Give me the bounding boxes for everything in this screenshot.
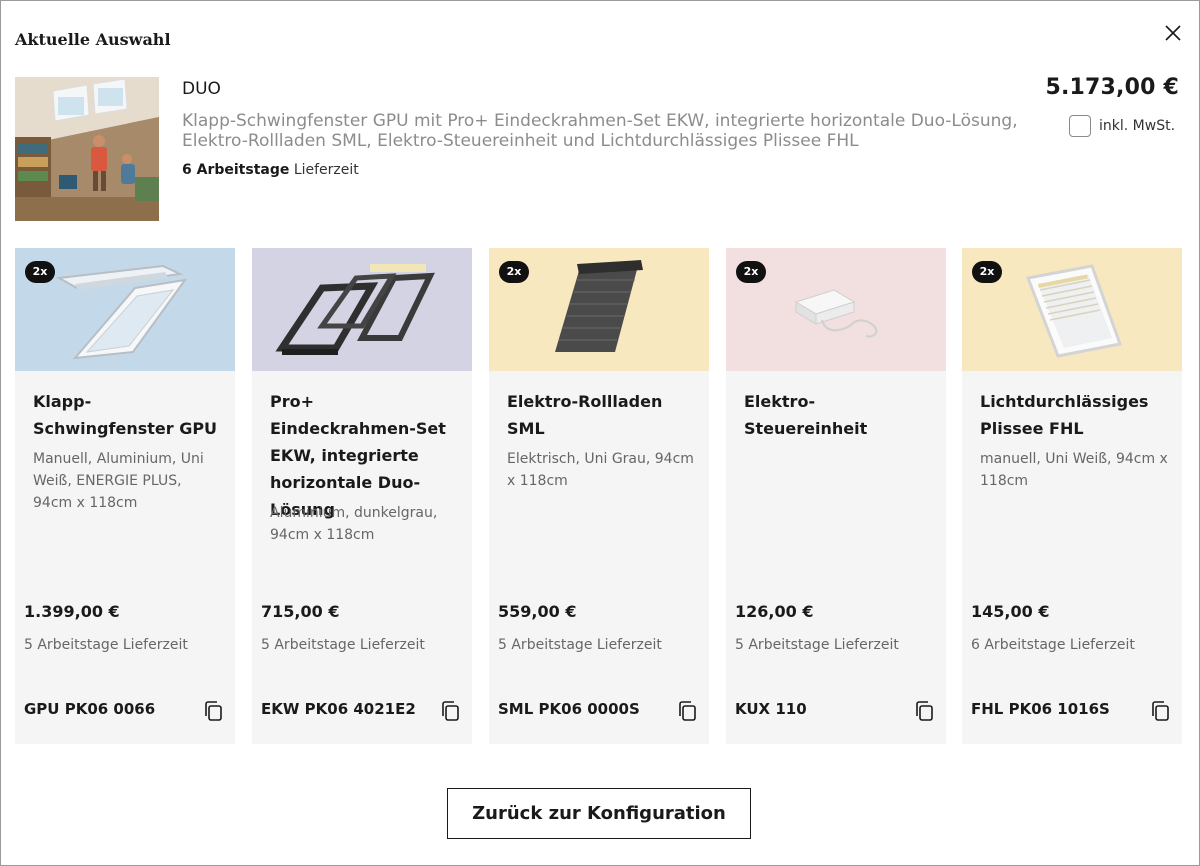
quantity-badge: 2x [972,261,1002,283]
copy-icon[interactable] [677,700,697,722]
flashing-frame-icon [252,248,472,371]
card-delivery: 5 Arbeitstage Lieferzeit [24,637,188,653]
card-price: 559,00 € [498,602,577,621]
card-code: EKW PK06 4021E2 [261,700,416,718]
delivery-suffix: Lieferzeit [293,162,359,178]
component-card: 2x Elektro-Steuereinheit 126,00 € 5 Arbe… [726,248,946,744]
vat-label: inkl. MwSt. [1099,118,1176,134]
quantity-badge: 2x [499,261,529,283]
card-code: KUX 110 [735,700,807,718]
card-code: SML PK06 0000S [498,700,640,718]
delivery-days: 6 Arbeitstage [182,162,290,178]
card-subtitle: Aluminium, dunkelgrau, 94cm x 118cm [270,505,438,543]
product-photo [15,77,159,221]
card-price: 1.399,00 € [24,602,120,621]
card-title: Elektro-Steuereinheit [744,392,868,438]
card-delivery: 5 Arbeitstage Lieferzeit [261,637,425,653]
card-price: 126,00 € [735,602,814,621]
card-price: 715,00 € [261,602,340,621]
card-title: Lichtdurchlässiges Plissee FHL [980,392,1149,438]
close-icon[interactable] [1161,21,1185,45]
modal-title: Aktuelle Auswahl [15,30,171,49]
total-price: 5.173,00 € [1045,75,1179,100]
copy-icon[interactable] [1150,700,1170,722]
card-code: GPU PK06 0066 [24,700,156,718]
card-delivery: 5 Arbeitstage Lieferzeit [735,637,899,653]
card-delivery: 5 Arbeitstage Lieferzeit [498,637,662,653]
vat-checkbox[interactable] [1069,115,1091,137]
product-delivery: 6 Arbeitstage Lieferzeit [182,162,359,178]
component-card: 2x Lichtdurchlässiges Plissee FHL manuel… [962,248,1182,744]
copy-icon[interactable] [914,700,934,722]
card-title: Klapp-Schwingfenster GPU [33,392,218,438]
back-to-configuration-button[interactable]: Zurück zur Konfiguration [447,788,751,839]
vat-toggle[interactable]: inkl. MwSt. [1069,115,1175,137]
card-title: Elektro-Rollladen SML [507,392,663,438]
product-description: Klapp-Schwingfenster GPU mit Pro+ Eindec… [182,111,1018,151]
card-subtitle: Elektrisch, Uni Grau, 94cm x 118cm [507,451,694,489]
quantity-badge: 2x [25,261,55,283]
component-card: Pro+ Eindeckrahmen-Set EKW, integrierte … [252,248,472,744]
copy-icon[interactable] [440,700,460,722]
card-subtitle: manuell, Uni Weiß, 94cm x 118cm [980,451,1168,489]
component-card: 2x Klapp-Schwingfenster GPU Manuell, Alu… [15,248,235,744]
selection-modal: Aktuelle Auswahl DUO Klapp-Schwingfenste… [0,0,1200,866]
copy-icon[interactable] [203,700,223,722]
quantity-badge: 2x [736,261,766,283]
card-price: 145,00 € [971,602,1050,621]
card-code: FHL PK06 1016S [971,700,1110,718]
product-name: DUO [182,79,221,99]
card-delivery: 6 Arbeitstage Lieferzeit [971,637,1135,653]
card-subtitle: Manuell, Aluminium, Uni Weiß, ENERGIE PL… [33,451,204,511]
component-card: 2x Elektro-Rollladen SML Elektrisch, Uni… [489,248,709,744]
